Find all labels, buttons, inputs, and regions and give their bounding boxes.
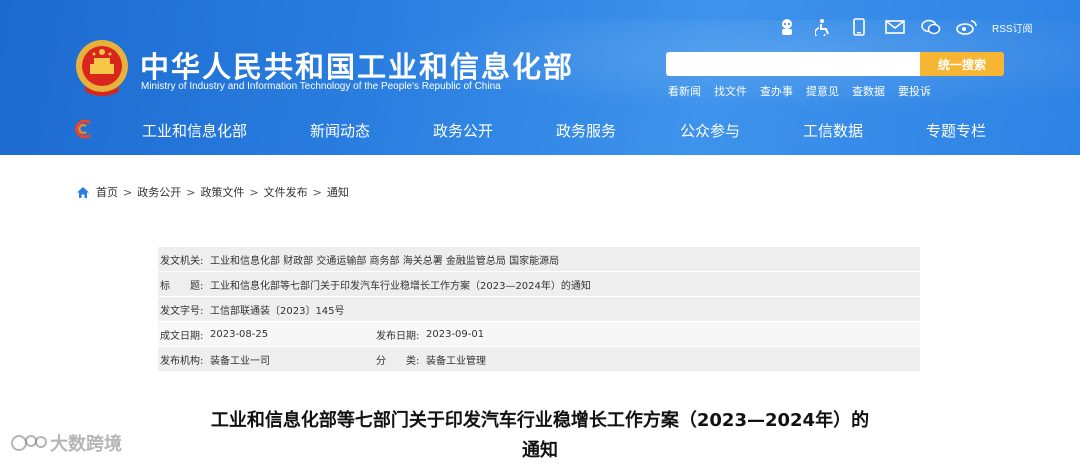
quick-links: 看新闻 找文件 查办事 提意见 查数据 要投诉 <box>668 83 944 99</box>
document-title-line2: 通知 <box>522 440 558 461</box>
title-label: 标 题: <box>160 280 204 292</box>
doc-number-value: 工信部联通装〔2023〕145号 <box>210 305 345 317</box>
category-value: 装备工业管理 <box>426 355 486 367</box>
nav-participation[interactable]: 公众参与 <box>680 120 740 141</box>
breadcrumb: 首页 > 政务公开 > 政策文件 > 文件发布 > 通知 <box>76 184 349 200</box>
info-row-dates: 成文日期: 2023-08-25 发布日期: 2023-09-01 <box>158 322 920 347</box>
nav-ministry[interactable]: 工业和信息化部 <box>142 120 247 141</box>
page: { "header": { "site_title": "中华人民共和国工业和信… <box>0 0 1080 466</box>
quick-link-services[interactable]: 查办事 <box>760 83 793 99</box>
nav-news[interactable]: 新闻动态 <box>310 120 370 141</box>
watermark-text: 大数跨境 <box>50 434 122 455</box>
info-row-org: 发布机构: 装备工业一司 分 类: 装备工业管理 <box>158 347 920 372</box>
info-row-doc-number: 发文字号: 工信部联通装〔2023〕145号 <box>158 297 920 322</box>
nav-data[interactable]: 工信数据 <box>803 120 863 141</box>
accessibility-icon[interactable] <box>812 16 834 38</box>
watermark-logo-icon <box>11 435 47 451</box>
breadcrumb-policy-docs[interactable]: 政策文件 <box>200 184 244 200</box>
quick-link-news[interactable]: 看新闻 <box>668 83 701 99</box>
wechat-icon[interactable] <box>920 16 942 38</box>
rss-link[interactable]: RSS订阅 <box>992 20 1033 35</box>
document-title-line1: 工业和信息化部等七部门关于印发汽车行业稳增长工作方案（2023—2024年）的 <box>210 410 870 431</box>
breadcrumb-gov-affairs[interactable]: 政务公开 <box>137 184 181 200</box>
main-nav: 工业和信息化部 新闻动态 政务公开 政务服务 公众参与 工信数据 专题专栏 <box>0 108 1080 152</box>
search-input[interactable] <box>666 52 922 76</box>
nav-topics[interactable]: 专题专栏 <box>926 120 986 141</box>
created-date-label: 成文日期: <box>160 330 204 342</box>
site-title: 中华人民共和国工业和信息化部 <box>140 50 575 84</box>
mail-icon[interactable] <box>884 16 906 38</box>
mobile-icon[interactable] <box>848 16 870 38</box>
robot-icon[interactable] <box>776 16 798 38</box>
breadcrumb-notice[interactable]: 通知 <box>327 184 349 200</box>
site-header: 中华人民共和国工业和信息化部 Ministry of Industry and … <box>0 0 1080 155</box>
category-label: 分 类: <box>376 355 420 367</box>
quick-link-data[interactable]: 查数据 <box>852 83 885 99</box>
published-date-value: 2023-09-01 <box>426 328 485 340</box>
breadcrumb-home[interactable]: 首页 <box>96 184 118 200</box>
utility-bar: RSS订阅 <box>776 16 1033 38</box>
org-value: 装备工业一司 <box>210 355 270 367</box>
title-value: 工业和信息化部等七部门关于印发汽车行业稳增长工作方案（2023—2024年）的通… <box>210 280 591 292</box>
weibo-icon[interactable] <box>956 16 978 38</box>
quick-link-complaint[interactable]: 要投诉 <box>898 83 931 99</box>
national-emblem-logo[interactable] <box>74 38 130 98</box>
breadcrumb-doc-release[interactable]: 文件发布 <box>264 184 308 200</box>
created-date-value: 2023-08-25 <box>210 328 269 340</box>
published-date-label: 发布日期: <box>376 330 420 342</box>
site-subtitle: Ministry of Industry and Information Tec… <box>141 81 501 92</box>
info-row-issuer: 发文机关: 工业和信息化部 财政部 交通运输部 商务部 海关总署 金融监管总局 … <box>158 247 920 272</box>
info-row-title: 标 题: 工业和信息化部等七部门关于印发汽车行业稳增长工作方案（2023—202… <box>158 272 920 297</box>
issuer-value: 工业和信息化部 财政部 交通运输部 商务部 海关总署 金融监管总局 国家能源局 <box>210 255 560 267</box>
quick-link-files[interactable]: 找文件 <box>714 83 747 99</box>
document-info-table: 发文机关: 工业和信息化部 财政部 交通运输部 商务部 海关总署 金融监管总局 … <box>158 247 920 372</box>
home-icon[interactable] <box>76 186 90 199</box>
quick-link-feedback[interactable]: 提意见 <box>806 83 839 99</box>
nav-gov-services[interactable]: 政务服务 <box>556 120 616 141</box>
org-label: 发布机构: <box>160 355 204 367</box>
search-button[interactable]: 统一搜索 <box>920 52 1004 76</box>
issuer-label: 发文机关: <box>160 255 204 267</box>
doc-number-label: 发文字号: <box>160 305 204 317</box>
nav-gov-affairs[interactable]: 政务公开 <box>433 120 493 141</box>
watermark: 大数跨境 <box>10 430 122 456</box>
